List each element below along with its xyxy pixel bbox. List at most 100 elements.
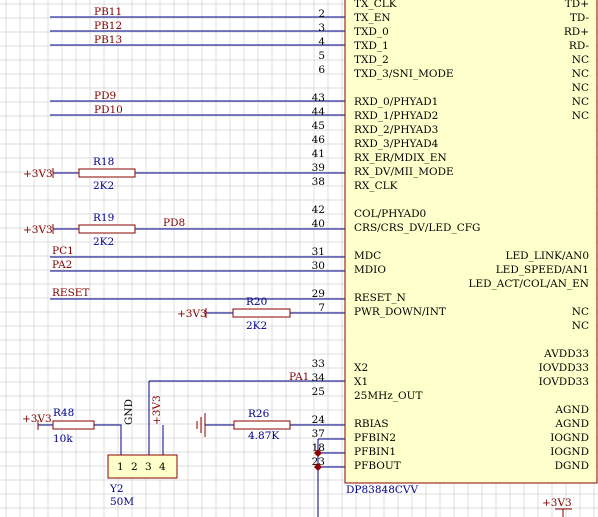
ic-pin-number: 46: [312, 134, 326, 146]
ic-pin-name: TXD_3/SNI_MODE: [354, 68, 454, 80]
net-label-pa2: PA2: [52, 259, 72, 271]
ic-pin-name: TX_CLK: [354, 0, 397, 10]
net-label-pa1: PA1: [289, 371, 309, 383]
ic-pin-name-right: NC: [572, 82, 589, 94]
ic-pin-number: 6: [318, 64, 325, 76]
ic-pin-number: 4: [318, 36, 325, 48]
ic-pin-name: TX_EN: [354, 12, 391, 24]
ic-pin-number: 24: [312, 414, 326, 426]
ic-pin-number: 3: [318, 22, 325, 34]
ic-pin-name-right: NC: [572, 96, 589, 108]
ic-pin-name: CRS/CRS_DV/LED_CFG: [354, 222, 480, 234]
resistor-r20-body: [232, 308, 291, 318]
ic-pin-name: PFBIN2: [354, 432, 396, 444]
ic-pin-name-right: LED_SPEED/AN1: [496, 264, 589, 276]
ic-pin-number: 25: [312, 386, 325, 398]
crystal-value: 50M: [110, 496, 134, 508]
resistor-r18-value: 2K2: [93, 180, 114, 192]
resistor-r48: R48 10k: [52, 407, 95, 445]
net-label-pd8: PD8: [163, 217, 185, 229]
ic-pin-name-right: DGND: [555, 460, 589, 472]
ic-pin-number: 29: [312, 288, 325, 300]
ic-pin-name-right: LED_ACT/COL/AN_EN: [469, 278, 590, 290]
ic-pin-name-right: LED_LINK/AN0: [506, 250, 589, 262]
ic-pin-name: COL/PHYAD0: [354, 208, 426, 220]
resistor-r26-ref: R26: [248, 408, 270, 420]
ic-pin-name-right: TD-: [570, 12, 590, 24]
ic-dp83848: TX_CLK TX_EN 2 TXD_0 3 TXD_1 4 TXD_2 5 TXD_3/SNI_…: [312, 0, 598, 496]
ic-pin-name: RX_ER/MDIX_EN: [354, 152, 447, 164]
net-label-pc1: PC1: [52, 245, 74, 257]
ic-pin-number: 2: [318, 8, 325, 20]
ic-pin-name: PWR_DOWN/INT: [354, 306, 446, 318]
resistor-r26: R26 4.87K: [233, 408, 291, 442]
net-label-vcc-r18: +3V3: [23, 168, 53, 180]
crystal-pin-3: 3: [145, 461, 152, 473]
resistor-r20-ref: R20: [246, 296, 267, 308]
ic-pin-number: 5: [318, 50, 325, 62]
net-label-vcc-bottom: +3V3: [542, 497, 572, 509]
ic-pin-name-right: NC: [572, 54, 589, 66]
ic-pin-number: 40: [312, 218, 325, 230]
net-label-pd9: PD9: [94, 90, 116, 102]
crystal-gnd-label: GND: [123, 399, 135, 425]
ic-pin-name-right: RD+: [564, 26, 589, 38]
ic-pin-name: RXD_1/PHYAD2: [354, 110, 438, 122]
ic-pin-name-right: AGND: [554, 418, 589, 430]
wire-r48-y2: [94, 424, 122, 455]
ic-pin-name-right: AGND: [554, 404, 589, 416]
resistor-r19-body: [78, 224, 136, 234]
ic-pin-name: RBIAS: [354, 418, 389, 430]
ic-pin-number: 31: [312, 246, 325, 258]
resistor-r48-ref: R48: [53, 407, 74, 419]
ic-pin-name-right: IOVDD33: [539, 376, 589, 388]
ic-pin-name: RXD_2/PHYAD3: [354, 124, 438, 136]
schematic-sheet: TX_CLK TX_EN 2 TXD_0 3 TXD_1 4 TXD_2 5 TXD_3/SNI_…: [0, 0, 598, 517]
ic-pin-name-right: NC: [572, 110, 589, 122]
ic-pin-name: X1: [354, 376, 368, 388]
ic-pin-name: RXD_0/PHYAD1: [354, 96, 438, 108]
ic-pin-name: TXD_0: [354, 26, 389, 38]
ic-pin-number: 33: [312, 358, 325, 370]
wires: [38, 16, 345, 517]
ground-symbol: [196, 413, 206, 437]
ic-pin-number: 30: [312, 260, 325, 272]
ic-pin-name-right: IOVDD33: [539, 362, 589, 374]
resistor-r26-body: [233, 420, 291, 430]
ic-pin-name: RX_DV/MII_MODE: [354, 166, 454, 178]
ic-pin-name: 25MHz_OUT: [354, 390, 423, 402]
ic-pin-name: RESET_N: [354, 292, 406, 304]
resistor-r26-value: 4.87K: [248, 430, 279, 442]
ic-pin-name: TXD_1: [354, 40, 389, 52]
net-label-vcc-r48: +3V3: [22, 413, 52, 425]
resistor-r19-ref: R19: [93, 212, 114, 224]
ic-pin-name-right: AVDD33: [543, 348, 589, 360]
ic-pin-name-right: NC: [572, 320, 589, 332]
net-label-pb12: PB12: [94, 20, 122, 32]
net-label-pb13: PB13: [94, 34, 122, 46]
net-label-reset: RESET: [52, 287, 89, 299]
resistor-r20: R20 2K2: [232, 296, 291, 332]
ic-pin-number: 45: [312, 120, 325, 132]
crystal-vcc-label: +3V3: [151, 395, 163, 425]
ic-pin-name: TXD_2: [354, 54, 389, 66]
ic-pin-number: 7: [318, 302, 325, 314]
ic-pin-number: 42: [312, 204, 325, 216]
resistor-r48-value: 10k: [53, 433, 73, 445]
resistor-r19: R19 2K2: [78, 212, 136, 248]
ic-pin-name-right: IOGND: [550, 432, 589, 444]
ic-pin-name: X2: [354, 362, 368, 374]
ic-pin-number: 39: [312, 162, 325, 174]
crystal-pin-1: 1: [117, 461, 124, 473]
ic-pin-number: 34: [312, 372, 326, 384]
resistor-r48-body: [52, 420, 95, 430]
resistor-r20-value: 2K2: [246, 320, 267, 332]
ic-pin-number: 44: [312, 106, 326, 118]
resistor-r18-ref: R18: [93, 156, 114, 168]
resistor-r18-body: [78, 168, 136, 178]
ic-pin-name: PFBIN1: [354, 446, 396, 458]
ic-pin-number: 41: [312, 148, 325, 160]
ic-pin-name-right: RD-: [569, 40, 590, 52]
ic-pin-number: 38: [312, 176, 325, 188]
net-label-vcc-r19: +3V3: [23, 224, 53, 236]
